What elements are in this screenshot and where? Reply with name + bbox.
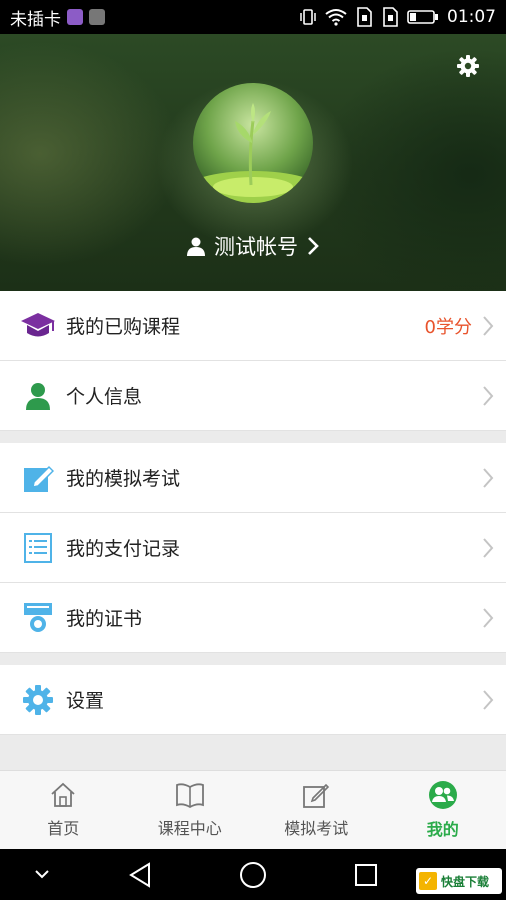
chevron-right-icon (308, 237, 319, 255)
tab-label: 首页 (47, 819, 80, 838)
clock-text: 01:07 (447, 7, 496, 27)
chevron-right-icon (483, 538, 494, 558)
tab-mock-exam[interactable]: 模拟考试 (253, 771, 380, 849)
list-document-icon (20, 530, 56, 566)
tab-label: 课程中心 (157, 819, 222, 838)
menu-item-mock-exams[interactable]: 我的模拟考试 (0, 443, 506, 513)
chevron-down-icon[interactable] (33, 868, 51, 880)
wifi-icon (325, 9, 347, 26)
tab-label: 模拟考试 (284, 819, 349, 838)
watermark-mark-icon: ✓ (419, 872, 437, 890)
battery-icon (407, 10, 438, 24)
chevron-right-icon (483, 386, 494, 406)
vibrate-icon (300, 9, 316, 25)
certificate-medal-icon (20, 600, 56, 636)
section-divider (0, 653, 506, 665)
menu-item-purchased-courses[interactable]: 我的已购课程 0学分 (0, 291, 506, 361)
recents-square-icon[interactable] (354, 863, 378, 887)
carrier-text: 未插卡 (10, 9, 61, 30)
gallery-app-icon (67, 9, 83, 25)
menu-item-label: 我的支付记录 (66, 538, 181, 560)
edit-note-icon (20, 460, 56, 496)
avatar[interactable] (193, 83, 313, 203)
chevron-right-icon (483, 690, 494, 710)
home-icon (51, 782, 75, 807)
gear-icon (20, 682, 56, 718)
chevron-right-icon (483, 316, 494, 336)
tab-label: 我的 (426, 820, 459, 839)
menu-item-settings[interactable]: 设置 (0, 665, 506, 735)
menu-list: 我的已购课程 0学分 个人信息 我的模拟考试 我的支付记录 我的证书 设置 (0, 291, 506, 735)
watermark-text: 快盘下载 (441, 874, 490, 889)
open-book-icon (175, 783, 204, 809)
gear-icon (457, 55, 479, 77)
no-sim-icon (357, 7, 372, 27)
back-triangle-icon[interactable] (128, 861, 152, 889)
menu-item-label: 我的模拟考试 (66, 468, 181, 490)
user-circle-icon (428, 781, 457, 809)
chevron-right-icon (483, 608, 494, 628)
account-name: 测试帐号 (214, 235, 298, 259)
user-icon (187, 237, 205, 256)
watermark-logo: ✓ 快盘下载 (416, 868, 502, 894)
menu-item-personal-info[interactable]: 个人信息 (0, 361, 506, 431)
graduation-cap-icon (20, 308, 56, 344)
message-app-icon (89, 9, 105, 25)
menu-item-payment-records[interactable]: 我的支付记录 (0, 513, 506, 583)
sprout-avatar-image (193, 83, 313, 203)
tab-course-center[interactable]: 课程中心 (127, 771, 254, 849)
no-sim-icon-2 (383, 7, 398, 27)
menu-item-label: 我的已购课程 (66, 316, 181, 338)
settings-gear-button[interactable] (456, 54, 480, 78)
home-circle-icon[interactable] (239, 861, 267, 889)
menu-item-certificates[interactable]: 我的证书 (0, 583, 506, 653)
status-bar: 未插卡 01:07 (0, 0, 506, 34)
chevron-right-icon (483, 468, 494, 488)
person-icon (20, 378, 56, 414)
tab-mine[interactable]: 我的 (380, 771, 506, 849)
section-divider (0, 431, 506, 443)
credits-value: 0学分 (424, 316, 472, 338)
tab-home[interactable]: 首页 (0, 771, 127, 849)
menu-item-label: 我的证书 (66, 608, 143, 630)
edit-icon (303, 783, 330, 808)
menu-item-label: 设置 (66, 690, 105, 712)
profile-header: 测试帐号 (0, 34, 506, 291)
bottom-tab-bar: 首页 课程中心 模拟考试 我的 (0, 770, 506, 849)
account-link[interactable]: 测试帐号 (0, 230, 506, 262)
menu-item-label: 个人信息 (66, 386, 143, 408)
